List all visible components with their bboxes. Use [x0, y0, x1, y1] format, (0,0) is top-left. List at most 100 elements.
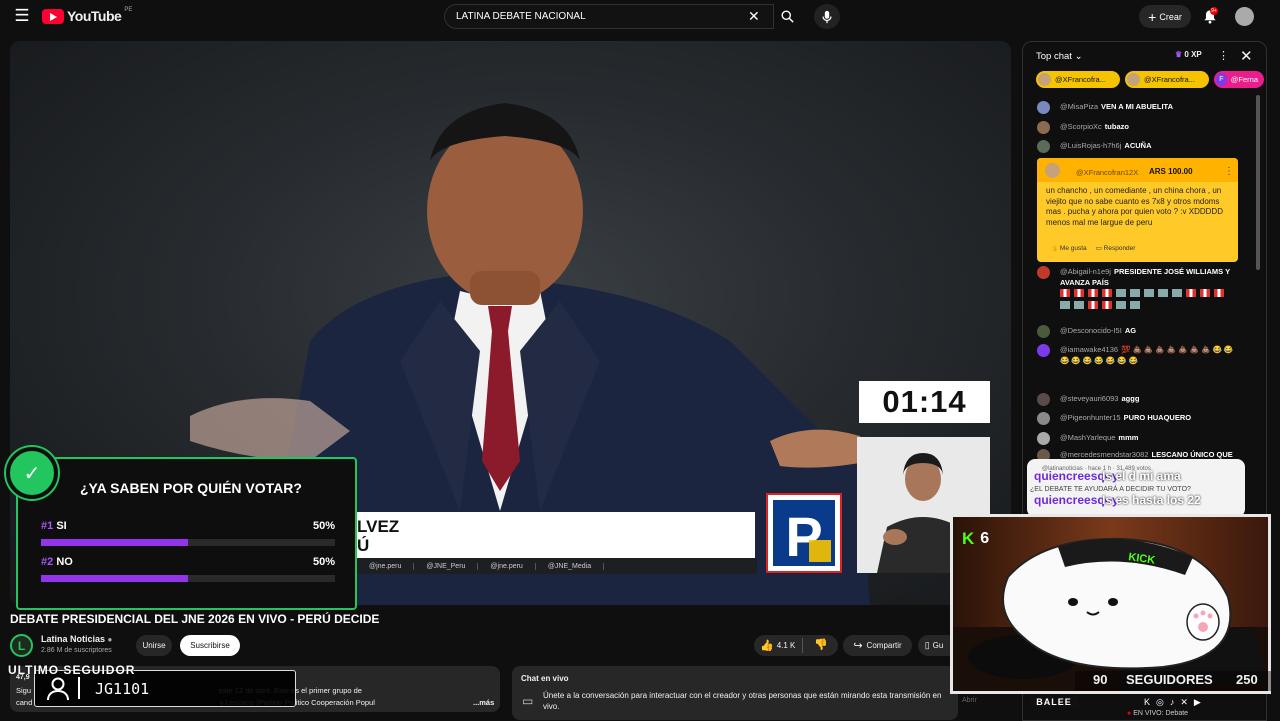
dislike-button[interactable]: 👎 [814, 638, 828, 651]
bookmark-icon: ▯ [924, 640, 930, 650]
chat-avatar [1037, 412, 1050, 425]
youtube-play-icon [42, 8, 64, 24]
chevron-down-icon: ⌄ [1074, 51, 1083, 62]
thumbs-up-icon: 👍 [760, 640, 774, 652]
more-options-icon[interactable]: ⋮ [1218, 49, 1229, 62]
user-icon [47, 677, 69, 701]
create-button[interactable]: + Crear [1139, 5, 1191, 28]
search-button[interactable] [774, 4, 800, 29]
channel-name-text: Latina Noticias [41, 634, 106, 644]
lower-third-sub: Ú [357, 536, 370, 555]
youtube-logo[interactable]: YouTube PE [42, 7, 133, 24]
chat-username: @ScorpioXc [1060, 122, 1102, 131]
flag-emojis [1060, 289, 1230, 309]
chat-message: @iamawake4136 💯 💩 💩 💩 💩 💩 💩 💩 😂 😂 😂 😂 😂 😂… [1037, 344, 1247, 366]
thumbs-up-icon: 👍 [1050, 245, 1059, 252]
live-now-label: ● EN VIVO: Debate [1127, 710, 1188, 717]
chat-message: @MashYarleque mmm [1037, 432, 1247, 445]
poll-option-label: SI [56, 520, 67, 532]
chat-avatar [1037, 101, 1050, 114]
follower-label: SEGUIDORES [1126, 672, 1213, 687]
chat-avatar [1037, 140, 1050, 153]
last-follower-label: ULTIMO SEGUIDOR [8, 663, 136, 677]
chat-username: @Pigeonhunter15 [1060, 413, 1121, 422]
superchat-text: un chancho , un comediante , un china ch… [1046, 186, 1223, 227]
like-dislike-group: 👍 4.1 K 👎 [754, 635, 838, 656]
subscribe-button[interactable]: Suscribirse [180, 635, 240, 656]
superchat-avatar [1045, 163, 1060, 178]
share-label: Compartir [866, 641, 902, 650]
ticker-avatar [1127, 73, 1140, 86]
user-avatar[interactable] [1235, 7, 1254, 26]
like-action[interactable]: 👍 Me gusta [1050, 245, 1087, 252]
poll-bar-fill [41, 539, 188, 546]
kick-social-icon: K [1144, 697, 1151, 707]
join-button[interactable]: Unirse [136, 635, 172, 656]
poll-option-2: #2 NO 50% [41, 556, 335, 568]
kick-count: 6 [980, 530, 990, 547]
chat-message: @ScorpioXc tubazo [1037, 121, 1247, 134]
x-icon: ✕ [1180, 697, 1188, 707]
chat-text: tubazo [1104, 122, 1129, 131]
social-handles-bar: @jne.peru @JNE_Peru @jne.peru @JNE_Media [357, 558, 757, 574]
chat-username: @MashYarleque [1060, 433, 1116, 442]
gem-icon: ♛ [1175, 50, 1183, 59]
party-logo-graphic: P [773, 500, 835, 568]
live-now-text: EN VIVO: Debate [1133, 710, 1189, 717]
save-label: Gu [932, 641, 944, 650]
cam-scene: KICK [953, 517, 1268, 691]
superchat-more-icon[interactable]: ⋮ [1224, 166, 1234, 177]
reply-action-label: Responder [1103, 245, 1136, 252]
reply-action[interactable]: ▭ Responder [1096, 245, 1136, 252]
kick-icon: K [962, 529, 975, 548]
chat-scrollbar[interactable] [1256, 95, 1260, 270]
ticker-pill[interactable]: F @Ferna [1214, 71, 1264, 88]
subscriber-count: 2.86 M de suscriptores [41, 647, 112, 654]
ticker-user: @Ferna [1230, 75, 1258, 84]
checkmark-icon: ✓ [6, 447, 58, 499]
xp-badge: ♛ 0 XP [1175, 50, 1202, 59]
chat-username: @LuisRojas-h7h6j [1060, 141, 1122, 150]
thumbs-down-icon: 👎 [814, 639, 828, 651]
like-button[interactable]: 👍 4.1 K [760, 639, 795, 652]
chat-avatar [1037, 344, 1050, 357]
ticker-user: @XFrancofra... [1144, 75, 1195, 84]
chat-text: PURO HUAQUERO [1123, 413, 1192, 422]
poll-bar-2 [41, 575, 335, 582]
top-chat-dropdown[interactable]: Top chat ⌄ [1036, 51, 1083, 62]
ticker-pill[interactable]: @XFrancofra... [1125, 71, 1209, 88]
pinned-poll-question: ¿EL DEBATE TE AYUDARÁ A DECIDIR TU VOTO? [1030, 486, 1191, 493]
ticker-user: @XFrancofra... [1055, 75, 1106, 84]
chat-text: LESCANO ÚNICO QUE [1151, 450, 1233, 459]
chat-message: @steveyauri6093 aggg [1037, 393, 1247, 406]
search-input[interactable]: LATINA DEBATE NACIONAL [444, 4, 774, 29]
chat-message: @Pigeonhunter15 PURO HUAQUERO [1037, 412, 1247, 425]
chat-text: mmm [1118, 433, 1139, 442]
search-value: LATINA DEBATE NACIONAL [456, 11, 586, 22]
like-divider [802, 638, 803, 653]
chat-avatar [1037, 266, 1050, 279]
clear-search-icon[interactable]: ✕ [748, 8, 760, 25]
close-icon[interactable]: ✕ [1240, 47, 1253, 65]
ticker-pill[interactable]: @XFrancofra... [1036, 71, 1120, 88]
voice-search-button[interactable] [814, 4, 840, 29]
country-code: PE [124, 7, 133, 13]
channel-avatar[interactable]: L [10, 634, 33, 657]
save-button[interactable]: ▯ Gu [918, 635, 950, 656]
last-follower-name: JG1101 [95, 680, 150, 698]
debate-timer: 01:14 [859, 381, 990, 423]
chat-message: @LuisRojas-h7h6j ACUÑA [1037, 140, 1247, 153]
description-more-link[interactable]: ...más [473, 698, 494, 707]
streamer-social-icons: K ◎ ♪ ✕ ▶ [1144, 697, 1201, 708]
poll-option-1: #1 SI 50% [41, 520, 335, 532]
superchat-actions: 👍 Me gusta ▭ Responder [1050, 244, 1135, 252]
chat-avatar [1037, 325, 1050, 338]
instagram-handle: @jne.peru [357, 562, 415, 570]
microphone-icon [822, 10, 832, 23]
top-chat-label: Top chat [1036, 51, 1072, 62]
channel-name[interactable]: Latina Noticias ● [41, 634, 112, 644]
reply-icon: ▭ [1095, 245, 1102, 252]
share-button[interactable]: ↪ Compartir [843, 635, 912, 656]
live-chat-info-text: Únete a la conversación para interactuar… [543, 691, 942, 711]
menu-icon[interactable]: ☰ [12, 6, 32, 26]
